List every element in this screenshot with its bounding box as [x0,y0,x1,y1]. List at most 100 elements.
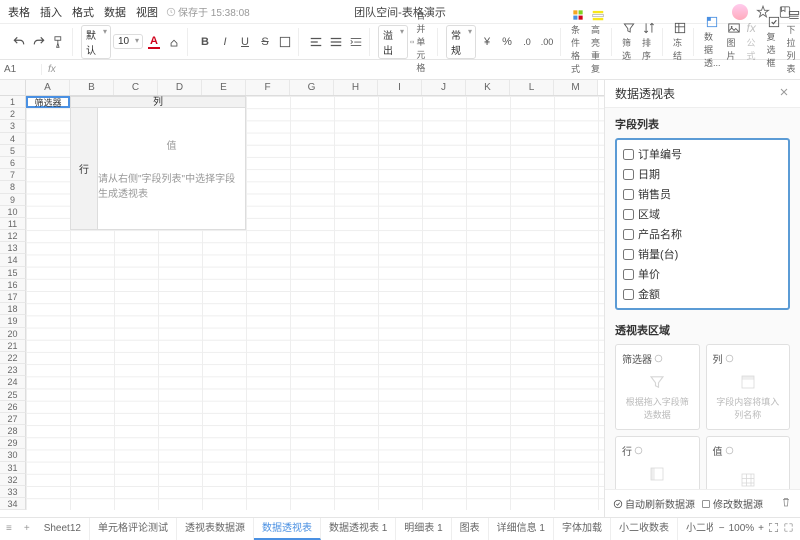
field-item[interactable]: 金额 [617,284,788,304]
currency-button[interactable]: ¥ [478,33,496,51]
row-header[interactable]: 22 [0,352,26,364]
field-item[interactable]: 单价 [617,264,788,284]
area-columns[interactable]: 列 字段内容将填入列名称 [706,344,791,430]
column-header[interactable]: K [466,80,510,95]
area-rows[interactable]: 行 字段内容将填入行名称 [615,436,700,489]
field-item[interactable]: 销量(台) [617,244,788,264]
column-header[interactable]: J [422,80,466,95]
row-header[interactable]: 12 [0,230,26,242]
sheet-tab[interactable]: 单元格评论测试 [90,518,177,540]
italic-button[interactable]: I [216,33,234,51]
row-header[interactable]: 28 [0,425,26,437]
column-header[interactable]: E [202,80,246,95]
field-item[interactable]: 日期 [617,164,788,184]
undo-button[interactable] [10,33,28,51]
row-header[interactable]: 30 [0,449,26,461]
column-header[interactable]: F [246,80,290,95]
row-header[interactable]: 10 [0,206,26,218]
field-checkbox[interactable] [623,249,634,260]
row-header[interactable]: 2 [0,108,26,120]
avatar[interactable] [732,4,748,20]
auto-refresh-toggle[interactable]: 自动刷新数据源 [613,496,695,511]
row-header[interactable]: 4 [0,133,26,145]
menu-insert[interactable]: 插入 [40,4,62,20]
image-button[interactable]: 图片 [725,21,743,62]
cells-grid[interactable]: 筛选器 列 行 值 请从右侧"字段列表"中选择字段生成透视表 [26,96,604,510]
menu-table[interactable]: 表格 [8,4,30,20]
decimal-dec-button[interactable]: .0 [518,33,536,51]
add-sheet-button[interactable]: + [18,523,36,534]
bold-button[interactable]: B [196,33,214,51]
row-header[interactable]: 18 [0,303,26,315]
row-header[interactable]: 27 [0,413,26,425]
row-header[interactable]: 1 [0,96,26,108]
column-header[interactable]: A [26,80,70,95]
font-color-button[interactable]: A [145,33,163,51]
sheet-tab[interactable]: 图表 [452,518,489,540]
fill-color-button[interactable] [165,33,183,51]
sheet-tab[interactable]: 小二收数表... [678,518,713,540]
formula-button[interactable]: fx公式 [745,21,763,62]
strike-button[interactable]: S [256,33,274,51]
row-header[interactable]: 19 [0,315,26,327]
sheet-tab[interactable]: 透视表数据源 [177,518,254,540]
row-header[interactable]: 33 [0,486,26,498]
row-header[interactable]: 8 [0,181,26,193]
sheet-tab[interactable]: 数据透视表 1 [321,518,396,540]
freeze-button[interactable]: 冻结 [671,21,689,62]
row-header[interactable]: 11 [0,218,26,230]
expand-button[interactable] [783,522,794,536]
area-filter[interactable]: 筛选器 根据拖入字段筛选数据 [615,344,700,430]
field-list[interactable]: 订单编号日期销售员区域产品名称销量(台)单价金额 [615,138,790,310]
zoom-out-button[interactable]: − [719,523,725,534]
highlight-dup-button[interactable]: 高亮重复 [589,8,607,75]
field-checkbox[interactable] [623,229,634,240]
field-checkbox[interactable] [623,169,634,180]
sheets-menu-button[interactable]: ≡ [0,523,18,534]
column-header[interactable]: D [158,80,202,95]
indent-button[interactable] [347,33,365,51]
row-header[interactable]: 25 [0,389,26,401]
field-checkbox[interactable] [623,149,634,160]
row-header[interactable]: 6 [0,157,26,169]
cell-reference[interactable]: A1 [0,64,42,75]
field-item[interactable]: 产品名称 [617,224,788,244]
column-header[interactable]: M [554,80,598,95]
border-button[interactable] [276,33,294,51]
column-header[interactable]: B [70,80,114,95]
menu-view[interactable]: 视图 [136,4,158,20]
field-item[interactable]: 区域 [617,204,788,224]
row-header[interactable]: 34 [0,498,26,510]
row-header[interactable]: 21 [0,340,26,352]
zoom-in-button[interactable]: + [758,523,764,534]
conditional-format-button[interactable]: 条件格式 [569,8,587,75]
row-header[interactable]: 9 [0,194,26,206]
row-header[interactable]: 3 [0,120,26,132]
align-vertical-button[interactable] [327,33,345,51]
pivot-button[interactable]: 数据透... [702,15,723,69]
menu-format[interactable]: 格式 [72,4,94,20]
redo-button[interactable] [30,33,48,51]
sheet-tab[interactable]: Sheet12 [36,518,90,540]
align-left-button[interactable] [307,33,325,51]
row-header[interactable]: 20 [0,328,26,340]
zoom-level[interactable]: 100% [729,523,755,534]
underline-button[interactable]: U [236,33,254,51]
row-header[interactable]: 24 [0,376,26,388]
row-header[interactable]: 32 [0,474,26,486]
row-header[interactable]: 29 [0,437,26,449]
wrap-select[interactable]: 溢出 [378,25,408,59]
row-header[interactable]: 23 [0,364,26,376]
sheet-tab[interactable]: 详细信息 1 [489,518,554,540]
sheet-tab[interactable]: 小二收数表 [611,518,678,540]
row-header[interactable]: 5 [0,145,26,157]
sheet-tab[interactable]: 字体加载 [554,518,611,540]
row-header[interactable]: 14 [0,254,26,266]
sheet-tab[interactable]: 数据透视表 [254,518,321,540]
row-header[interactable]: 17 [0,291,26,303]
menu-data[interactable]: 数据 [104,4,126,20]
select-all-corner[interactable] [0,80,26,95]
row-header[interactable]: 16 [0,279,26,291]
close-panel-button[interactable] [778,86,790,101]
column-header[interactable]: H [334,80,378,95]
